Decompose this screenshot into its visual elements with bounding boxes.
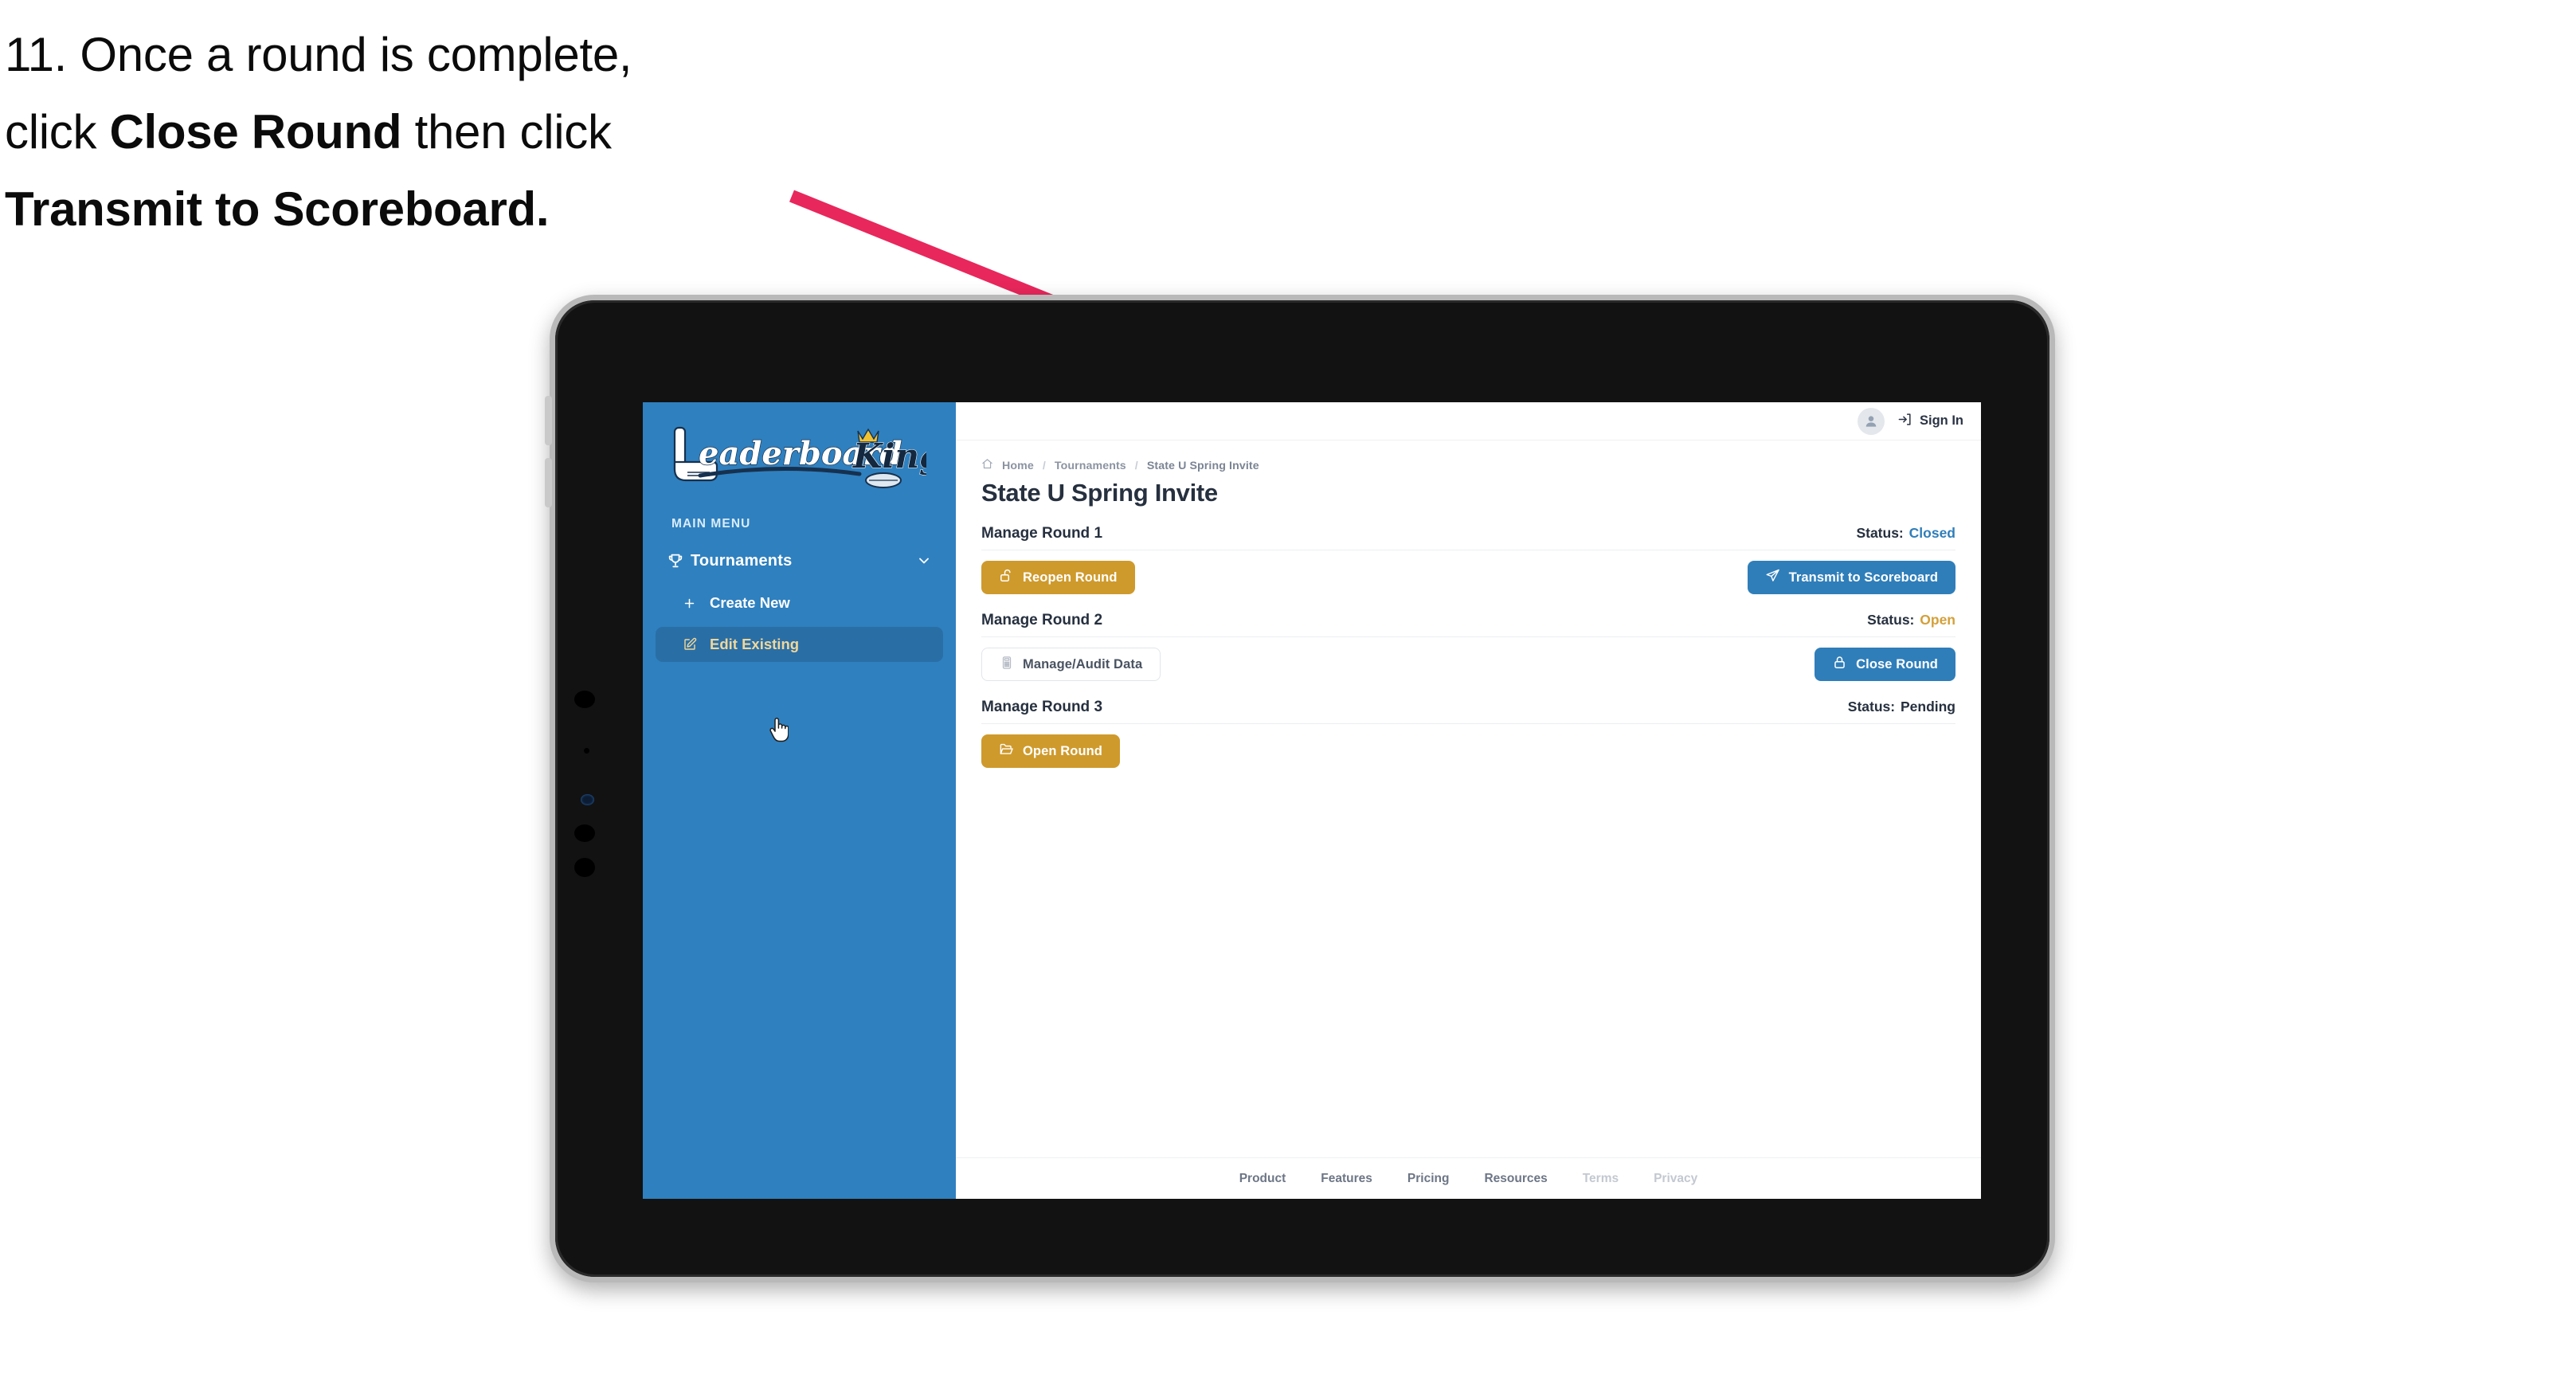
footer-link-product[interactable]: Product <box>1239 1172 1286 1186</box>
footer: Product Features Pricing Resources Terms… <box>956 1157 1981 1199</box>
top-bar: Sign In <box>956 402 1981 440</box>
footer-link-features[interactable]: Features <box>1321 1172 1372 1186</box>
sidebar-item-tournaments-label: Tournaments <box>691 551 793 570</box>
breadcrumb-item-home[interactable]: Home <box>1002 460 1034 472</box>
caption-close-round-bold: Close Round <box>109 105 402 159</box>
sidebar-item-create-new[interactable]: Create New <box>656 585 943 621</box>
round-block-3: Manage Round 3 Status: Pending Open Roun… <box>981 699 1955 768</box>
manage-audit-data-label: Manage/Audit Data <box>1023 656 1143 671</box>
trophy-icon <box>667 552 691 570</box>
front-camera-icon <box>574 691 595 708</box>
mouse-cursor-icon <box>768 718 789 746</box>
paper-plane-icon <box>1765 568 1780 587</box>
round-block-2: Manage Round 2 Status: Open Manage/Audit… <box>981 612 1955 681</box>
sign-in-button[interactable]: Sign In <box>1897 412 1963 431</box>
volume-up-button[interactable] <box>545 396 552 445</box>
round-2-actions: Manage/Audit Data Close Round <box>981 648 1955 681</box>
home-icon[interactable] <box>981 458 993 473</box>
speaker-dot-icon <box>574 824 595 842</box>
sidebar: eaderboard King MAIN MENU <box>643 402 956 1199</box>
breadcrumb-item-tournaments[interactable]: Tournaments <box>1055 460 1126 472</box>
round-2-status: Status: Open <box>1867 612 1955 628</box>
round-3-status: Status: Pending <box>1848 699 1955 715</box>
round-3-title: Manage Round 3 <box>981 699 1103 715</box>
folder-open-icon <box>999 742 1014 761</box>
caption-line-3: Transmit to Scoreboard. <box>5 170 897 248</box>
caption-line-1-text: 11. Once a round is complete, <box>5 28 632 81</box>
sidebar-section-heading: MAIN MENU <box>671 517 751 531</box>
sidebar-item-edit-existing[interactable]: Edit Existing <box>656 627 943 662</box>
logo-word-king: King <box>852 437 926 476</box>
footer-link-terms[interactable]: Terms <box>1583 1172 1619 1186</box>
close-round-label: Close Round <box>1856 656 1938 671</box>
transmit-to-scoreboard-label: Transmit to Scoreboard <box>1788 570 1938 585</box>
sidebar-item-tournaments[interactable]: Tournaments <box>656 542 943 579</box>
sign-in-label: Sign In <box>1920 413 1963 428</box>
avatar[interactable] <box>1858 407 1885 435</box>
user-icon <box>1865 415 1877 427</box>
edit-square-icon <box>683 637 710 652</box>
content-area: Home / Tournaments / State U Spring Invi… <box>956 440 1981 768</box>
breadcrumb-separator-1: / <box>1042 459 1046 472</box>
caption-line-2-suffix: then click <box>401 105 612 159</box>
speaker-dot-2-icon <box>574 858 595 877</box>
breadcrumb: Home / Tournaments / State U Spring Invi… <box>981 458 1955 473</box>
round-1-header: Manage Round 1 Status: Closed <box>981 525 1955 550</box>
leaderboardking-logo: eaderboard King <box>664 423 926 496</box>
footer-link-pricing[interactable]: Pricing <box>1407 1172 1450 1186</box>
manage-audit-data-button[interactable]: Manage/Audit Data <box>981 648 1161 681</box>
round-3-actions: Open Round <box>981 734 1955 768</box>
round-1-status-value: Closed <box>1909 525 1955 541</box>
camera-lens-icon <box>581 794 594 805</box>
close-round-button[interactable]: Close Round <box>1815 648 1955 681</box>
reopen-round-label: Reopen Round <box>1023 570 1118 585</box>
tablet-screen: eaderboard King MAIN MENU <box>643 402 1981 1199</box>
main-content: Sign In Home / Tournaments / State U Spr… <box>956 402 1981 1199</box>
reopen-round-button[interactable]: Reopen Round <box>981 561 1135 594</box>
round-3-header: Manage Round 3 Status: Pending <box>981 699 1955 724</box>
instruction-caption: 11. Once a round is complete, click Clos… <box>5 16 897 249</box>
open-round-button[interactable]: Open Round <box>981 734 1120 768</box>
round-2-status-value: Open <box>1920 612 1955 628</box>
transmit-to-scoreboard-button[interactable]: Transmit to Scoreboard <box>1747 561 1955 594</box>
caption-line-2-prefix: click <box>5 105 110 159</box>
breadcrumb-separator-2: / <box>1134 459 1138 472</box>
sidebar-item-edit-existing-label: Edit Existing <box>710 636 800 652</box>
page-title: State U Spring Invite <box>981 479 1218 507</box>
caption-line-1: 11. Once a round is complete, <box>5 16 897 93</box>
chevron-down-icon[interactable] <box>916 553 932 569</box>
footer-link-privacy[interactable]: Privacy <box>1654 1172 1697 1186</box>
round-3-status-label: Status: <box>1847 699 1896 715</box>
round-1-title: Manage Round 1 <box>981 525 1103 542</box>
open-round-label: Open Round <box>1023 743 1102 758</box>
plus-icon <box>683 597 710 610</box>
round-1-status-label: Status: <box>1856 525 1904 541</box>
footer-link-resources[interactable]: Resources <box>1484 1172 1547 1186</box>
calculator-icon <box>1000 656 1014 674</box>
round-2-status-label: Status: <box>1867 612 1915 628</box>
tablet-device: eaderboard King MAIN MENU <box>545 295 2055 1282</box>
caption-transmit-bold: Transmit to Scoreboard. <box>5 182 550 237</box>
round-1-actions: Reopen Round Transmit to Scoreboard <box>981 561 1955 594</box>
sidebar-item-create-new-label: Create New <box>710 594 790 611</box>
breadcrumb-item-current: State U Spring Invite <box>1146 459 1259 472</box>
round-2-title: Manage Round 2 <box>981 612 1103 628</box>
volume-down-button[interactable] <box>545 458 552 507</box>
round-2-header: Manage Round 2 Status: Open <box>981 612 1955 637</box>
lock-icon <box>1832 655 1847 674</box>
sign-in-icon <box>1897 412 1912 431</box>
round-1-status: Status: Closed <box>1856 525 1955 542</box>
round-block-1: Manage Round 1 Status: Closed Reopen Rou… <box>981 525 1955 594</box>
sensor-dot-icon <box>584 748 589 754</box>
round-3-status-value: Pending <box>1900 699 1955 715</box>
unlock-icon <box>999 568 1014 587</box>
caption-line-2: click Close Round then click <box>5 93 897 170</box>
